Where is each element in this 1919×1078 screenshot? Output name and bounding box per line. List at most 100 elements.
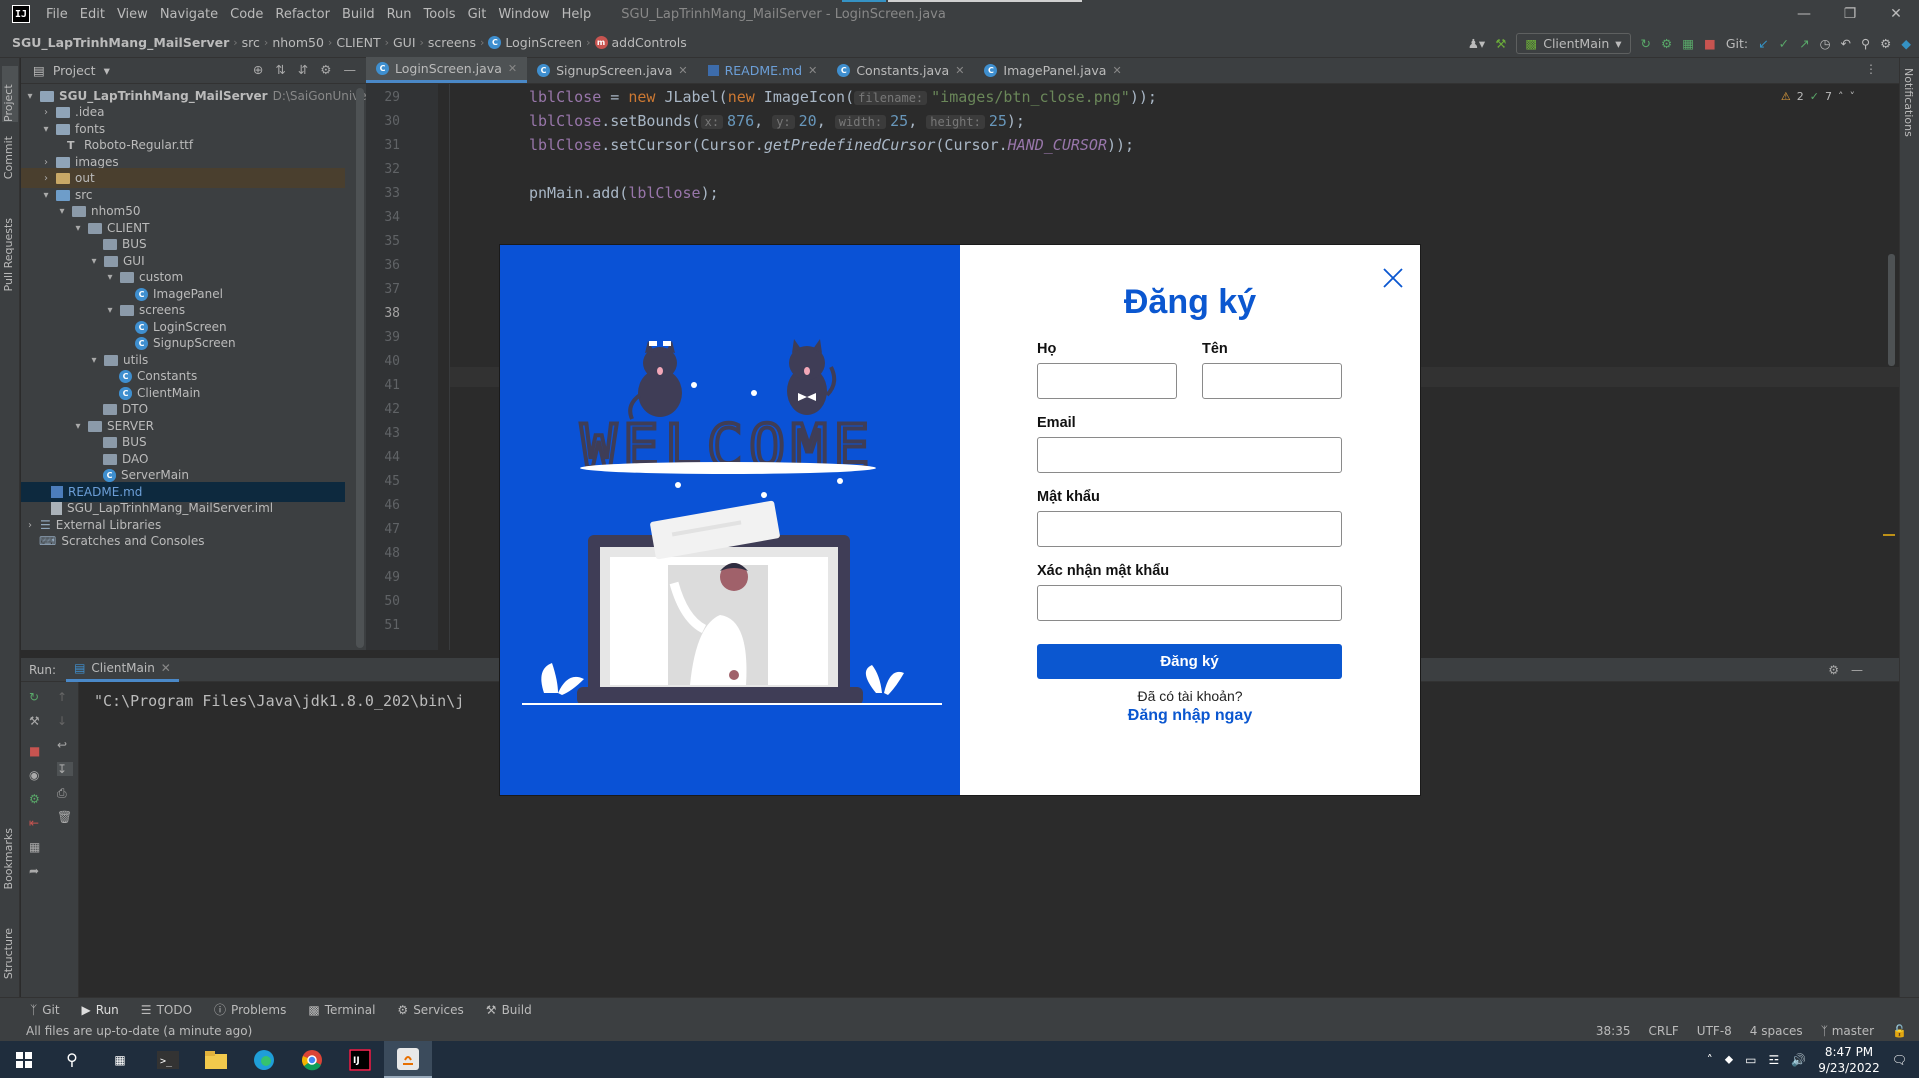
windows-start-icon[interactable] bbox=[0, 1041, 48, 1078]
confirm-password-field[interactable] bbox=[1037, 585, 1342, 621]
email-field[interactable] bbox=[1037, 437, 1342, 473]
tab-readme[interactable]: README.md ✕ bbox=[698, 57, 828, 83]
last-name-field[interactable] bbox=[1037, 363, 1177, 399]
chevron-down-icon[interactable]: ▾ bbox=[104, 63, 110, 78]
password-field[interactable] bbox=[1037, 511, 1342, 547]
menu-git[interactable]: Git bbox=[462, 7, 493, 22]
run-tab-clientmain[interactable]: ▤ ClientMain ✕ bbox=[66, 658, 179, 682]
toolwin-git[interactable]: ᛉ Git bbox=[30, 1003, 60, 1017]
close-tab-icon[interactable]: ✕ bbox=[808, 64, 817, 77]
scroll-to-end-icon[interactable]: ↧ bbox=[57, 762, 73, 776]
menu-tools[interactable]: Tools bbox=[418, 7, 462, 22]
trash-icon[interactable]: 🗑 bbox=[57, 810, 73, 824]
restore-icon[interactable]: ❐ bbox=[1827, 0, 1873, 28]
close-tab-icon[interactable]: ✕ bbox=[1112, 64, 1121, 77]
camera-icon[interactable]: ◉ bbox=[29, 768, 45, 782]
menu-view[interactable]: View bbox=[111, 7, 154, 22]
toolwin-build[interactable]: ⚒ Build bbox=[486, 1003, 532, 1017]
close-tab-icon[interactable]: ✕ bbox=[508, 62, 517, 75]
menu-help[interactable]: Help bbox=[556, 7, 598, 22]
status-message[interactable]: All files are up-to-date (a minute ago) bbox=[0, 1024, 252, 1038]
terminal-app-icon[interactable]: >_ bbox=[144, 1041, 192, 1078]
expand-all-icon[interactable]: ⇅ bbox=[275, 62, 285, 77]
tab-signupscreen[interactable]: C SignupScreen.java ✕ bbox=[527, 57, 697, 83]
collapse-all-icon[interactable]: ⇵ bbox=[298, 62, 308, 77]
git-commit-icon[interactable]: ✓ bbox=[1779, 36, 1789, 51]
file-explorer-icon[interactable] bbox=[192, 1041, 240, 1078]
editor-scrollbar[interactable] bbox=[1888, 254, 1895, 366]
search-icon[interactable]: ⚲ bbox=[48, 1041, 96, 1078]
chrome-browser-icon[interactable] bbox=[288, 1041, 336, 1078]
minimize-icon[interactable]: — bbox=[1781, 0, 1827, 28]
indent-setting[interactable]: 4 spaces bbox=[1750, 1024, 1803, 1038]
git-update-icon[interactable]: ↙ bbox=[1758, 36, 1768, 51]
soft-wrap-icon[interactable]: ↩ bbox=[57, 738, 73, 752]
wifi-icon[interactable]: ☲ bbox=[1769, 1053, 1780, 1067]
git-push-icon[interactable]: ↗ bbox=[1799, 36, 1809, 51]
file-encoding[interactable]: UTF-8 bbox=[1697, 1024, 1732, 1038]
java-app-icon[interactable] bbox=[384, 1041, 432, 1078]
rollback-icon[interactable]: ↶ bbox=[1841, 36, 1851, 51]
jetbrains-logo-icon[interactable]: ◆ bbox=[1901, 36, 1911, 51]
rerun-icon[interactable]: ↻ bbox=[29, 690, 45, 704]
toolwin-services[interactable]: ⚙ Services bbox=[397, 1003, 463, 1017]
close-tab-icon[interactable]: ✕ bbox=[955, 64, 964, 77]
menu-build[interactable]: Build bbox=[336, 7, 381, 22]
settings-gear-icon[interactable]: ⚙ bbox=[1828, 663, 1839, 677]
chevron-up-icon[interactable]: ˄ bbox=[1707, 1053, 1713, 1067]
breadcrumb-loginscreen[interactable]: C LoginScreen bbox=[484, 35, 586, 50]
close-tab-icon[interactable]: ✕ bbox=[161, 661, 171, 675]
breadcrumb-screens[interactable]: screens bbox=[424, 35, 480, 50]
breadcrumb-src[interactable]: src bbox=[238, 35, 264, 50]
login-now-link[interactable]: Đăng nhập ngay bbox=[960, 707, 1420, 725]
sidebar-tab-bookmarks[interactable]: Bookmarks bbox=[2, 828, 15, 889]
toolwin-run[interactable]: ▶ Run bbox=[82, 1003, 119, 1017]
tree-item-scratches[interactable]: ⌨ Scratches and Consoles bbox=[39, 531, 204, 551]
hide-icon[interactable]: — bbox=[1851, 663, 1863, 677]
menu-run[interactable]: Run bbox=[381, 7, 418, 22]
intellij-app-icon[interactable]: IJ bbox=[336, 1041, 384, 1078]
battery-icon[interactable]: ▭ bbox=[1745, 1053, 1756, 1067]
sidebar-tab-structure[interactable]: Structure bbox=[2, 928, 15, 979]
menu-refactor[interactable]: Refactor bbox=[269, 7, 336, 22]
vpn-icon[interactable]: ⬥ bbox=[1725, 1052, 1733, 1067]
print-icon[interactable]: ⎙ bbox=[57, 786, 73, 800]
more-tabs-icon[interactable]: ⋮ bbox=[1865, 62, 1877, 76]
breadcrumb-gui[interactable]: GUI bbox=[389, 35, 420, 50]
debug-icon[interactable]: ⚙ bbox=[29, 792, 45, 806]
caret-position[interactable]: 38:35 bbox=[1596, 1024, 1631, 1038]
lock-icon[interactable]: 🔓 bbox=[1892, 1024, 1907, 1038]
breadcrumb-nhom50[interactable]: nhom50 bbox=[268, 35, 328, 50]
menu-code[interactable]: Code bbox=[224, 7, 269, 22]
first-name-field[interactable] bbox=[1202, 363, 1342, 399]
chevron-up-icon[interactable]: ˄ bbox=[1838, 90, 1844, 103]
tree-item-signupscreen[interactable]: C SignupScreen bbox=[135, 333, 236, 353]
coverage-icon[interactable]: ▦ bbox=[1682, 36, 1694, 51]
menu-navigate[interactable]: Navigate bbox=[154, 7, 224, 22]
search-icon[interactable]: ⚲ bbox=[1861, 36, 1870, 51]
down-arrow-icon[interactable]: ↓ bbox=[57, 714, 73, 728]
inspection-widget[interactable]: ⚠ 2 ✓ 7 ˄ ˅ bbox=[1781, 90, 1855, 103]
warning-stripe-marker[interactable] bbox=[1883, 534, 1895, 536]
volume-icon[interactable]: 🔊 bbox=[1791, 1053, 1806, 1067]
menu-edit[interactable]: Edit bbox=[74, 7, 111, 22]
tab-constants[interactable]: C Constants.java ✕ bbox=[827, 57, 974, 83]
toolwin-todo[interactable]: ☰ TODO bbox=[141, 1003, 192, 1017]
wrench-icon[interactable]: ⚒ bbox=[29, 714, 45, 728]
tab-imagepanel[interactable]: C ImagePanel.java ✕ bbox=[974, 57, 1131, 83]
task-view-icon[interactable]: ▦ bbox=[96, 1041, 144, 1078]
system-clock[interactable]: 8:47 PM 9/23/2022 bbox=[1818, 1044, 1880, 1076]
menu-window[interactable]: Window bbox=[492, 7, 555, 22]
sidebar-tab-project[interactable]: Project bbox=[2, 66, 18, 122]
hide-icon[interactable]: — bbox=[344, 62, 357, 77]
settings-gear-icon[interactable]: ⚙ bbox=[320, 62, 331, 77]
sidebar-tab-commit[interactable]: Commit bbox=[2, 136, 15, 179]
tab-loginscreen[interactable]: C LoginScreen.java ✕ bbox=[366, 57, 528, 83]
breadcrumb-project[interactable]: SGU_LapTrinhMang_MailServer bbox=[0, 35, 233, 50]
layout-icon[interactable]: ▦ bbox=[29, 840, 45, 854]
pin-icon[interactable]: ➦ bbox=[29, 864, 45, 878]
sidebar-tab-pull-requests[interactable]: Pull Requests bbox=[2, 218, 15, 291]
run-config-selector[interactable]: ▩ ClientMain ▾ bbox=[1516, 32, 1631, 54]
rerun-icon[interactable]: ↻ bbox=[1641, 36, 1651, 51]
toolwin-terminal[interactable]: ▩ Terminal bbox=[308, 1003, 375, 1017]
